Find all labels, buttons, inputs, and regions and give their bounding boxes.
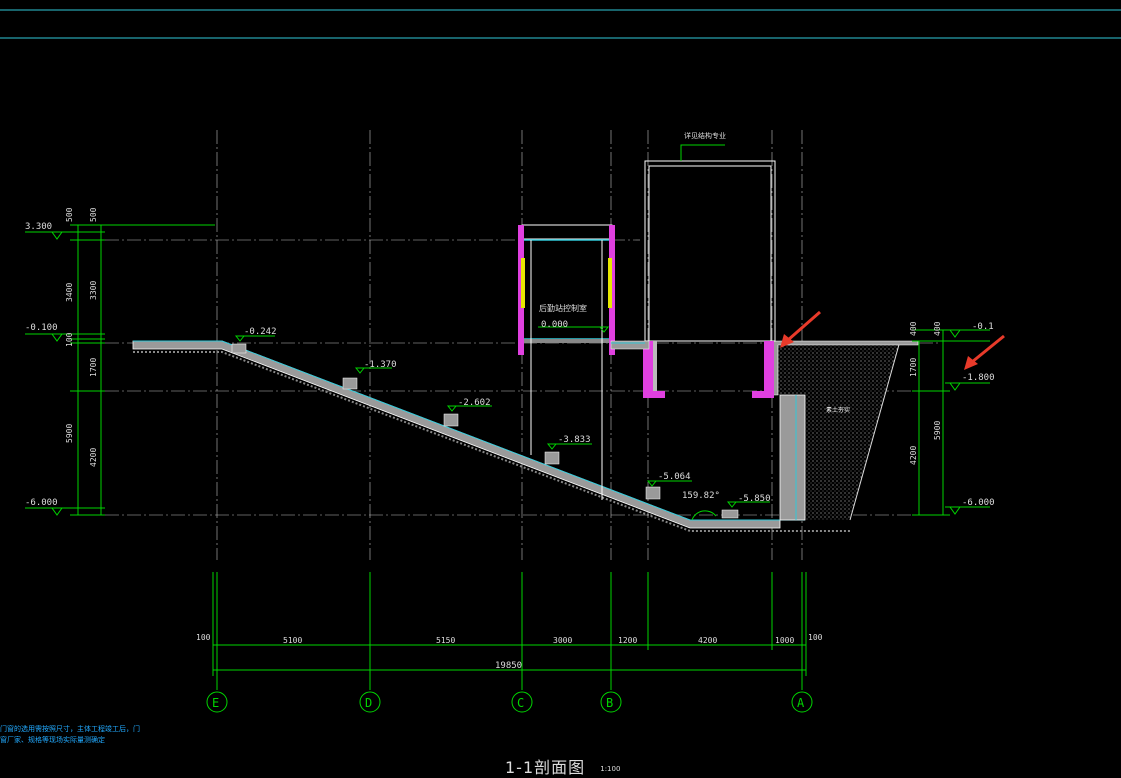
elev-neg3833: -3.833 (558, 435, 591, 445)
drawing-note-2: 窗厂家、规格等现场实际量测确定 (0, 736, 105, 744)
soil-label: 素土夯实 (826, 406, 850, 414)
right-level-neg1800: -1.800 (962, 373, 995, 383)
bottom-dim-0: 100 (196, 633, 211, 642)
right-inner-dim-1: 1700 (909, 358, 918, 377)
ramp-steps (231, 343, 739, 519)
structure-note: 详见结构专业 (684, 131, 726, 140)
elev-neg5064: -5.064 (658, 472, 691, 482)
room-small-label: 后勤站控制室 (539, 303, 587, 313)
left-inner-dim-0: 500 (89, 207, 98, 222)
slope-angle: 159.82° (682, 491, 720, 501)
elev-neg0242: -0.242 (244, 327, 277, 337)
left-inner-dim-1: 3300 (89, 281, 98, 300)
right-outer-dim-1: 5900 (933, 421, 942, 440)
bottom-dim-6: 1000 (775, 636, 794, 645)
bottom-dimensions (212, 572, 807, 690)
right-inner-dim-2: 4200 (909, 446, 918, 465)
left-inner-dim-2: 1700 (89, 358, 98, 377)
axis-label-c: C (517, 696, 524, 710)
axis-label-a: A (797, 696, 805, 710)
elev-neg1370: -1.370 (364, 360, 397, 370)
axis-label-d: D (365, 696, 372, 710)
elev-neg2602: -2.602 (458, 398, 491, 408)
drawing-note-1: 门窗的选用需按照尺寸，主体工程竣工后，门 (0, 725, 140, 733)
left-outer-dim-0: 500 (65, 207, 74, 222)
left-outer-dim-3: 5900 (65, 424, 74, 443)
room-elevation: 0.000 (541, 320, 568, 330)
left-outer-dim-2: 100 (65, 332, 74, 347)
left-dimensions (25, 224, 215, 516)
axis-bubbles (206, 691, 813, 713)
bottom-dim-3: 3000 (553, 636, 572, 645)
bottom-dim-5: 4200 (698, 636, 717, 645)
left-level-neg0100: -0.100 (25, 323, 58, 333)
right-inner-dim-0: 400 (909, 321, 918, 336)
bottom-dim-4: 1200 (618, 636, 637, 645)
axis-label-e: E (212, 696, 219, 710)
bottom-dim-1: 5100 (283, 636, 302, 645)
drawing-title-block: 1-1剖面图 1:100 (505, 754, 620, 778)
left-inner-dim-3: 4200 (89, 448, 98, 467)
large-structure (610, 144, 776, 398)
bottom-dim-2: 5150 (436, 636, 455, 645)
bottom-dim-7: 100 (808, 633, 823, 642)
right-outer-dim-0: 400 (933, 321, 942, 336)
left-level-neg6000: -6.000 (25, 498, 58, 508)
control-room (518, 224, 615, 500)
elev-neg5850: -5.850 (738, 494, 771, 504)
right-level-neg01: -0.1 (972, 322, 994, 332)
left-outer-dim-1: 3400 (65, 283, 74, 302)
left-level-3300: 3.300 (25, 222, 52, 232)
section-drawing-canvas: 后勤站控制室 0.000 详见结构专业 素土夯实 159.82° -0.242 … (0, 9, 1121, 713)
axis-label-b: B (606, 696, 613, 710)
drawing-scale: 1:100 (600, 764, 621, 773)
right-level-neg6000: -6.000 (962, 498, 995, 508)
drawing-title: 1-1剖面图 (505, 758, 586, 777)
total-dim: 19850 (495, 661, 522, 671)
